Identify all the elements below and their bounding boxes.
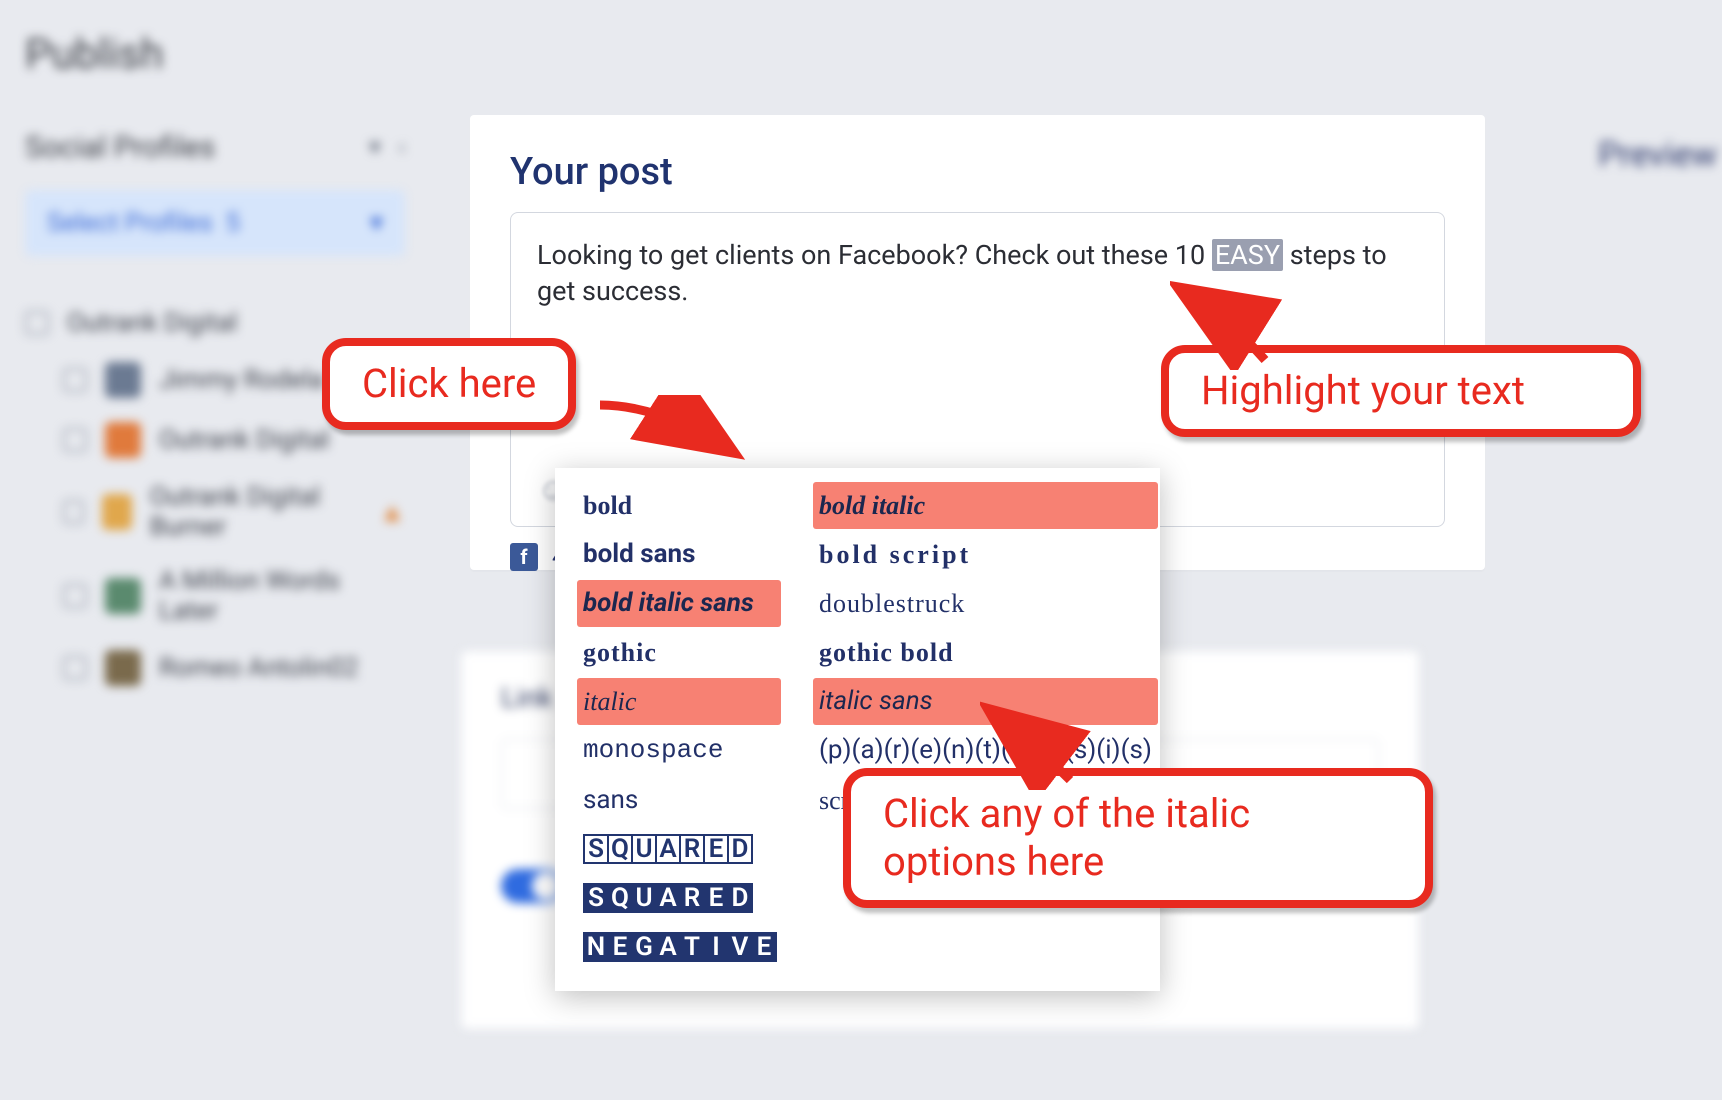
font-option-gothic[interactable]: gothic — [577, 629, 781, 676]
filter-icon[interactable]: ▾ — [369, 135, 380, 160]
facebook-icon: f — [510, 543, 538, 571]
font-option-italic-sans[interactable]: italic sans — [813, 678, 1158, 725]
warning-icon: ▲ — [379, 497, 405, 528]
callout-click-here: Click here — [322, 338, 576, 430]
chevron-down-icon: ▾ — [370, 208, 383, 238]
font-option-bold-script[interactable]: bold script — [813, 531, 1158, 578]
preview-label[interactable]: Preview — [1598, 135, 1717, 175]
callout-highlight: Highlight your text — [1161, 345, 1641, 437]
sidebar-item[interactable]: Romeo Antolin02 — [63, 638, 405, 698]
highlighted-text[interactable]: EASY — [1212, 239, 1283, 271]
font-option-bold[interactable]: bold — [577, 482, 781, 529]
font-option-italic[interactable]: italic — [577, 678, 781, 725]
sidebar: Social Profiles ▾ ‹ Select Profiles 5 ▾ … — [0, 110, 430, 1050]
font-option-squared-negative[interactable]: SQUARED — [577, 875, 781, 922]
font-option-sans[interactable]: sans — [577, 777, 781, 824]
font-option-squared[interactable]: SQUARED — [577, 826, 781, 873]
font-option-doublestruck[interactable]: doublestruck — [813, 580, 1158, 627]
text-style-menu[interactable]: boldbold sansbold italic sansgothicitali… — [555, 468, 1160, 991]
callout-italic: Click any of the italic options here — [843, 768, 1433, 908]
font-option-bold-sans[interactable]: bold sans — [577, 531, 781, 578]
sidebar-title: Social Profiles — [25, 130, 215, 165]
page-title: Publish — [0, 0, 1722, 110]
font-option-bold-italic[interactable]: bold italic — [813, 482, 1158, 529]
profile-select[interactable]: Select Profiles 5 ▾ — [25, 190, 405, 256]
font-option-bold-italic-sans[interactable]: bold italic sans — [577, 580, 781, 627]
font-option-monospace[interactable]: monospace — [577, 727, 781, 774]
toggle-switch[interactable] — [501, 869, 563, 903]
sidebar-item[interactable]: Outrank Digital Burner ▲ — [63, 470, 405, 554]
panel-title: Your post — [470, 115, 1485, 212]
font-option-squared-negative[interactable]: NEGATIVE — [577, 924, 781, 971]
collapse-icon[interactable]: ‹ — [398, 135, 405, 160]
font-option-gothic-bold[interactable]: gothic bold — [813, 629, 1158, 676]
sidebar-item[interactable]: A Million Words Later — [63, 554, 405, 638]
